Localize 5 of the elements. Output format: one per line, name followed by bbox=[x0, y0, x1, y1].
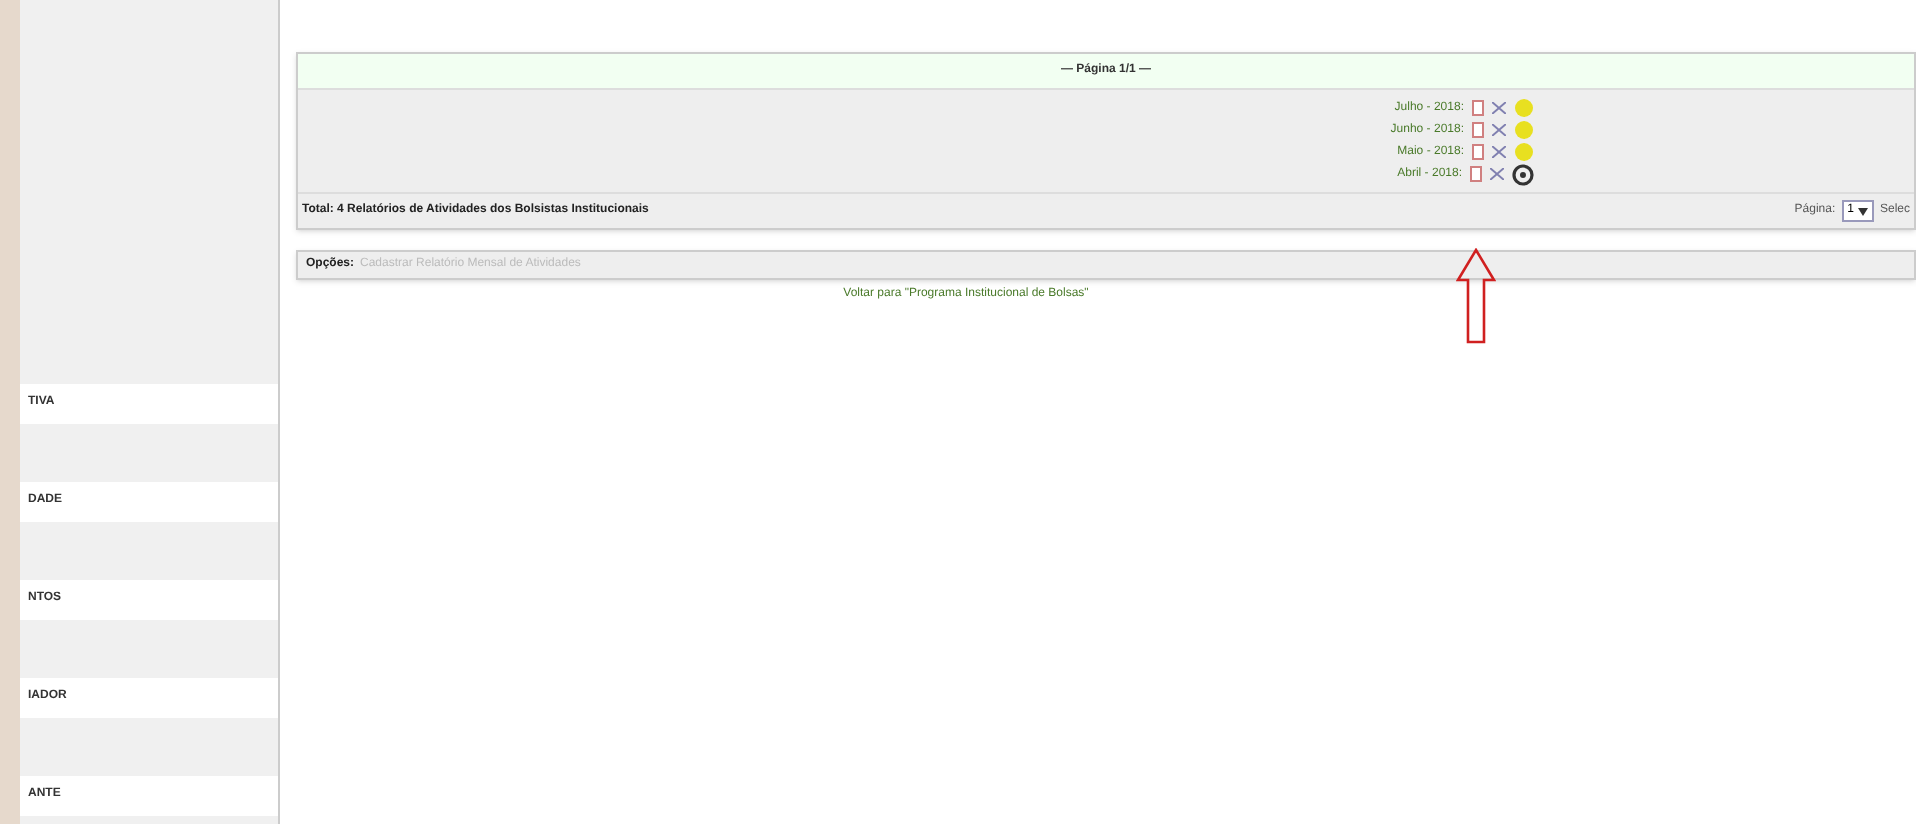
up-arrow-drawing bbox=[1456, 248, 1496, 344]
approved-dot-icon bbox=[1514, 142, 1534, 162]
approved-dot-icon bbox=[1514, 120, 1534, 140]
caret-icon bbox=[1857, 207, 1868, 215]
approved-dot-icon bbox=[1514, 98, 1534, 118]
